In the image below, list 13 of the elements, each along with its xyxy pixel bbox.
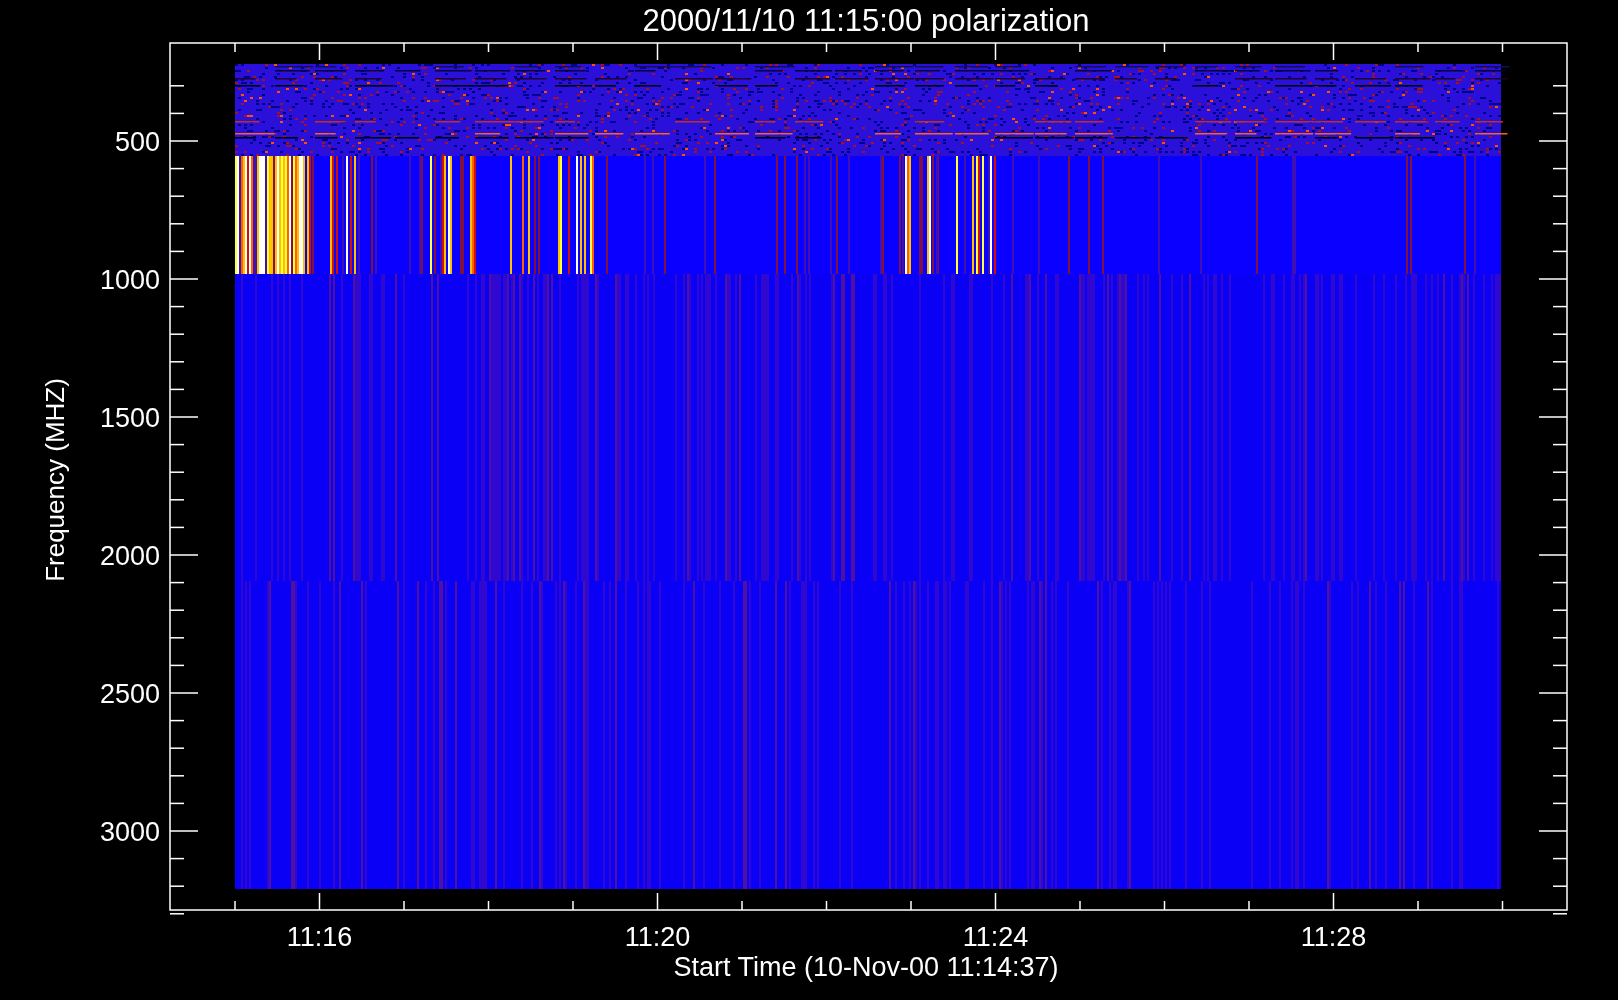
y-tick-label: 3000 [99,817,160,847]
y-tick-label: 1000 [99,265,160,295]
y-tick-label: 2000 [99,541,160,571]
y-axis-label: Frequency (MHZ) [40,378,70,582]
plot-title: 2000/11/10 11:15:00 polarization [642,3,1090,38]
x-tick-label: 11:16 [286,922,353,952]
y-tick-label: 1500 [99,403,160,433]
y-tick-label: 2500 [99,679,160,709]
x-axis-label: Start Time (10-Nov-00 11:14:37) [673,952,1059,982]
x-tick-label: 11:20 [624,922,691,952]
x-tick-label: 11:24 [962,922,1029,952]
y-tick-label: 500 [114,127,160,157]
x-tick-label: 11:28 [1300,922,1367,952]
